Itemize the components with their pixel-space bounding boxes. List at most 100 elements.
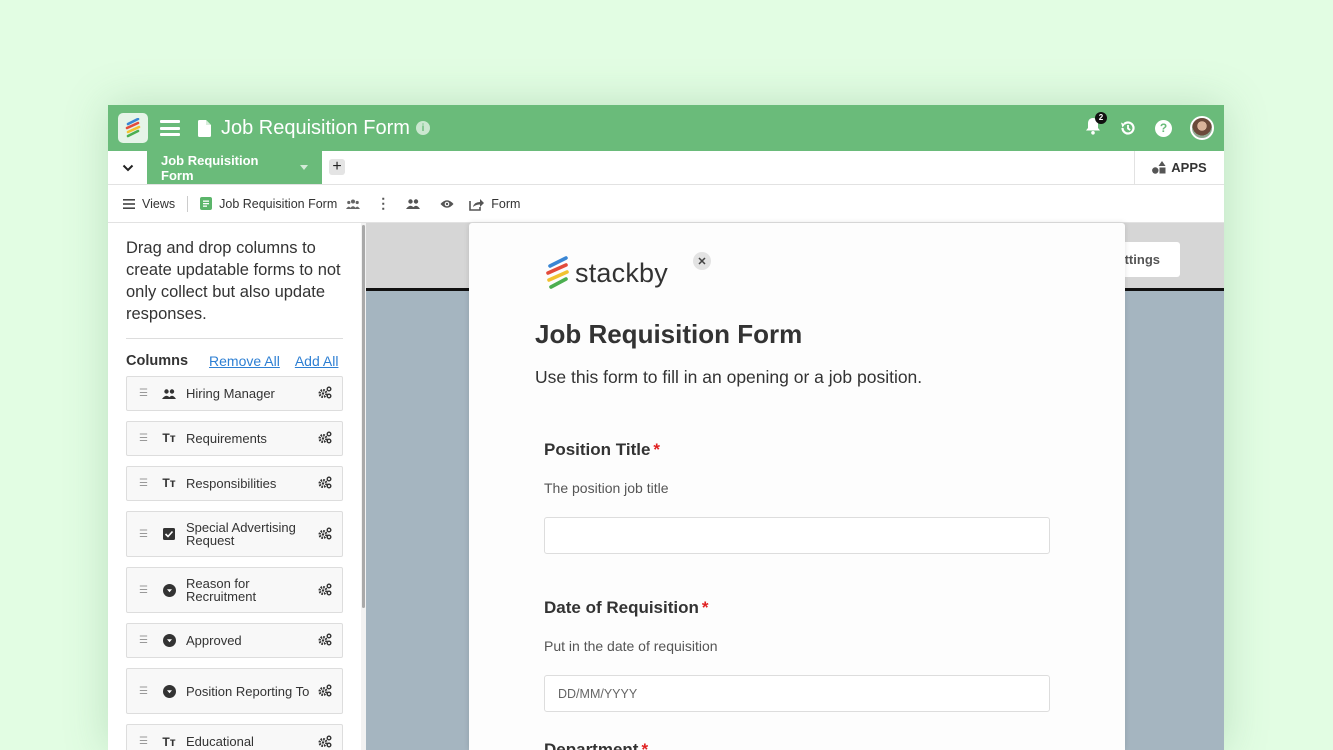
document-icon — [198, 119, 211, 137]
drag-handle-icon[interactable]: ☰ — [139, 735, 149, 748]
notifications-button[interactable]: 2 — [1085, 111, 1107, 140]
collaborators-icon[interactable] — [346, 199, 361, 209]
stackby-logo-icon — [546, 256, 569, 289]
drag-handle-icon[interactable]: ☰ — [139, 584, 149, 597]
required-marker: * — [701, 598, 709, 617]
history-icon[interactable] — [1119, 119, 1137, 137]
top-header-bar: Job Requisition Form i 2 ? — [108, 105, 1224, 151]
stackby-logo-icon — [125, 118, 141, 138]
text-icon: Tт — [162, 734, 176, 749]
form-share-button[interactable]: Form — [469, 197, 520, 211]
sidebar-description: Drag and drop columns to create updatabl… — [126, 237, 343, 339]
column-item-position-reporting-to[interactable]: ☰ Position Reporting To — [126, 668, 343, 714]
remove-logo-icon[interactable]: ✕ — [693, 252, 711, 270]
column-label: Special Advertising Request — [186, 520, 296, 548]
drag-handle-icon[interactable]: ☰ — [139, 685, 149, 698]
form-view-icon — [200, 197, 213, 210]
field-position-title: Position Title * The position job title — [535, 440, 1059, 554]
gears-icon[interactable] — [318, 583, 332, 598]
divider — [187, 195, 189, 212]
info-icon[interactable]: i — [415, 121, 430, 135]
field-department-label: Department * — [544, 740, 649, 750]
form-preview-area: ettings stackby ✕ Job Requisition Form U… — [366, 223, 1224, 750]
add-tab-button[interactable]: + — [329, 159, 345, 175]
tab-label: Job Requisition Form — [161, 152, 259, 183]
drag-handle-icon[interactable]: ☰ — [139, 432, 149, 445]
apps-shapes-icon — [1152, 161, 1166, 174]
date-of-requisition-input[interactable] — [544, 675, 1050, 712]
gears-icon[interactable] — [318, 386, 332, 401]
add-all-link[interactable]: Add All — [295, 353, 339, 369]
drag-handle-icon[interactable]: ☰ — [139, 387, 149, 400]
eye-icon[interactable] — [440, 199, 454, 209]
current-view-label: Job Requisition Form — [219, 196, 338, 211]
column-item-hiring-manager[interactable]: ☰ Hiring Manager — [126, 376, 343, 411]
dropdown-icon — [161, 634, 177, 648]
form-label: Form — [491, 196, 521, 211]
field-label: Position Title — [544, 440, 651, 459]
column-label: Educational — [186, 734, 254, 749]
gears-icon[interactable] — [318, 633, 332, 648]
column-label: Position Reporting To — [186, 683, 310, 699]
stackby-logo[interactable] — [118, 113, 148, 143]
caret-down-icon[interactable] — [300, 165, 308, 170]
apps-label: APPS — [1171, 160, 1207, 175]
tab-job-requisition-form[interactable]: Job Requisition Form — [147, 151, 322, 184]
gears-icon[interactable] — [318, 431, 332, 446]
checkbox-icon — [161, 527, 177, 541]
column-item-approved[interactable]: ☰ Approved — [126, 623, 343, 658]
column-item-educational[interactable]: ☰ Tт Educational — [126, 724, 343, 750]
app-window: Job Requisition Form i 2 ? Job Requisiti… — [108, 105, 1224, 750]
dropdown-icon — [161, 684, 177, 698]
current-view-button[interactable]: Job Requisition Form — [200, 196, 361, 211]
form-columns-sidebar: Drag and drop columns to create updatabl… — [108, 223, 361, 750]
gears-icon[interactable] — [318, 735, 332, 750]
column-label: Responsibilities — [186, 476, 277, 491]
views-label: Views — [142, 196, 176, 211]
app-title: Job Requisition Form — [221, 116, 410, 139]
column-label: Requirements — [186, 431, 267, 446]
apps-button[interactable]: APPS — [1134, 151, 1224, 184]
form-title: Job Requisition Form — [535, 319, 803, 349]
gears-icon[interactable] — [318, 684, 332, 699]
user-avatar[interactable] — [1190, 116, 1214, 140]
field-label: Date of Requisition — [544, 598, 699, 617]
form-brand: stackby ✕ — [545, 252, 1059, 290]
remove-all-link[interactable]: Remove All — [209, 353, 280, 369]
scrollbar-thumb[interactable] — [362, 225, 365, 608]
text-icon: Tт — [162, 431, 176, 445]
drag-handle-icon[interactable]: ☰ — [139, 477, 149, 490]
column-item-special-advertising-request[interactable]: ☰ Special Advertising Request — [126, 511, 343, 557]
field-help-text: Put in the date of requisition — [544, 638, 718, 654]
column-label: Reason for Recruitment — [186, 576, 257, 604]
collapse-tabs-button[interactable] — [108, 151, 147, 184]
column-label: Hiring Manager — [186, 386, 275, 401]
list-icon — [123, 198, 135, 209]
column-item-reason-for-recruitment[interactable]: ☰ Reason for Recruitment — [126, 567, 343, 613]
column-item-requirements[interactable]: ☰ Tт Requirements — [126, 421, 343, 456]
field-help-text: The position job title — [544, 480, 669, 496]
help-button[interactable]: ? — [1155, 119, 1172, 137]
dropdown-icon — [161, 583, 177, 597]
gears-icon[interactable] — [318, 527, 332, 542]
chevron-down-icon — [122, 164, 133, 171]
people-icon — [161, 387, 177, 401]
brand-name: stackby — [575, 257, 668, 288]
share-people-icon[interactable] — [406, 198, 421, 209]
gears-icon[interactable] — [318, 476, 332, 491]
form-description: Use this form to fill in an opening or a… — [535, 367, 923, 387]
more-options-icon[interactable]: ⋮ — [376, 195, 390, 212]
drag-handle-icon[interactable]: ☰ — [139, 634, 149, 647]
field-date-of-requisition: Date of Requisition * Put in the date of … — [535, 598, 1059, 712]
position-title-input[interactable] — [544, 517, 1050, 554]
drag-handle-icon[interactable]: ☰ — [139, 528, 149, 541]
column-item-responsibilities[interactable]: ☰ Tт Responsibilities — [126, 466, 343, 501]
table-tab-bar: Job Requisition Form + APPS — [108, 151, 1224, 185]
views-button[interactable]: Views — [123, 197, 175, 211]
views-toolbar: Views Job Requisition Form ⋮ Form — [108, 185, 1224, 223]
notification-badge: 2 — [1095, 111, 1107, 124]
menu-icon[interactable] — [160, 120, 180, 136]
share-export-icon — [469, 198, 485, 211]
column-label: Approved — [186, 633, 242, 648]
required-marker: * — [653, 440, 661, 459]
